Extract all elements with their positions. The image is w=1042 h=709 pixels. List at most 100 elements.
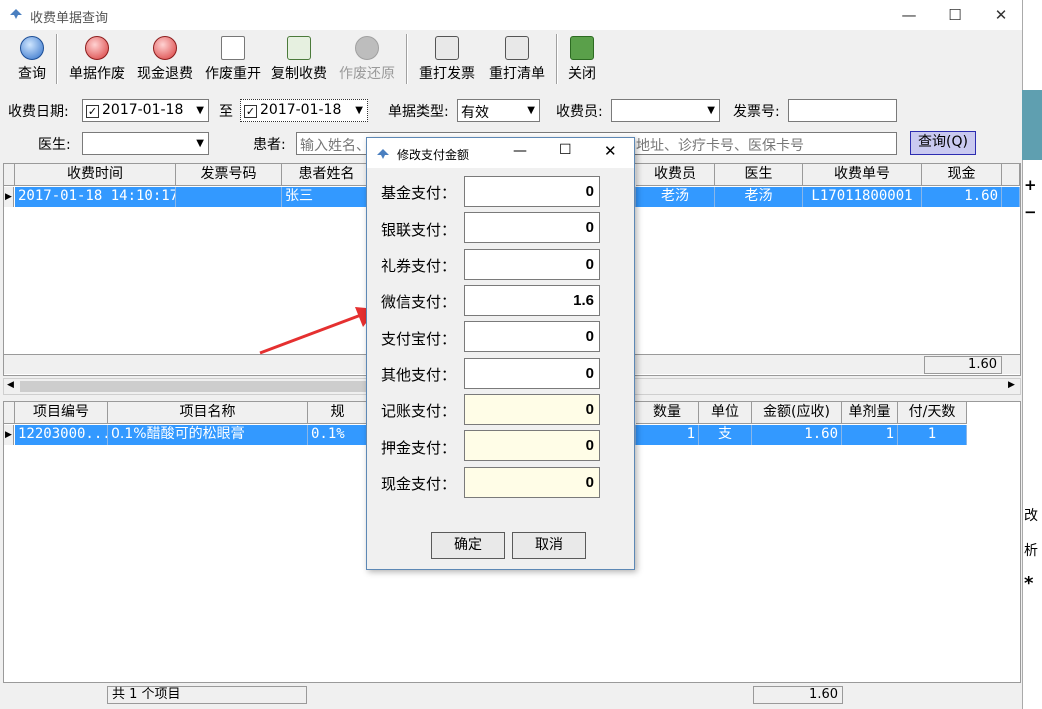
toolbar-separator (556, 34, 558, 84)
cell-cash[interactable]: 1.60 (922, 187, 1002, 207)
col-header-cash[interactable]: 现金 (922, 164, 1002, 186)
status-total: 1.60 (753, 686, 843, 704)
minus-icon[interactable]: − (1024, 203, 1037, 221)
col-header-qty[interactable]: 数量 (636, 402, 699, 424)
chevron-down-icon: ▼ (527, 105, 535, 116)
col-header-time[interactable]: 收费时间 (15, 164, 176, 186)
payment-dialog: 修改支付金额 — ☐ ✕ 基金支付： 0 银联支付： 0 礼券支付： 0 微信支… (366, 137, 635, 570)
dialog-maximize-button[interactable]: ☐ (559, 142, 572, 158)
cancel-button[interactable]: 取消 (512, 532, 586, 559)
col-header-days[interactable]: 付/天数 (898, 402, 967, 424)
status-bar: 共 1 个项目 1.60 (3, 685, 1021, 707)
copy-charge-button[interactable]: 复制收费 (266, 34, 332, 86)
unionpay-pay-input[interactable]: 0 (464, 212, 600, 243)
col-header-spec[interactable]: 规 (308, 402, 368, 424)
date-from-picker[interactable]: ✓ 2017-01-18 ▼ (82, 99, 209, 122)
disabled-circle-icon (355, 36, 379, 60)
plus-icon[interactable]: + (1024, 176, 1037, 194)
cell-extra[interactable] (1002, 187, 1020, 207)
fund-pay-input[interactable]: 0 (464, 176, 600, 207)
printer-icon (505, 36, 529, 60)
query-button[interactable]: 查询(Q) (910, 131, 976, 155)
close-button[interactable]: 关闭 (562, 34, 602, 86)
date-from-checkbox[interactable]: ✓ (86, 105, 99, 118)
col-header-doctor[interactable]: 医生 (715, 164, 803, 186)
col-header-cashier[interactable]: 收费员 (636, 164, 715, 186)
cell-dose[interactable]: 1 (842, 425, 898, 445)
cell-code[interactable]: 12203000... (15, 425, 108, 445)
scroll-right-icon[interactable]: ▶ (1008, 380, 1015, 390)
account-pay-input[interactable]: 0 (464, 394, 600, 425)
type-select[interactable]: 有效 ▼ (457, 99, 540, 122)
scroll-thumb[interactable] (20, 381, 370, 392)
type-value: 有效 (461, 105, 489, 121)
wechat-pay-input[interactable]: 1.6 (464, 285, 600, 316)
cell-doctor[interactable]: 老汤 (715, 187, 803, 207)
unionpay-pay-label: 银联支付： (381, 221, 457, 239)
date-to-value: 2017-01-18 (260, 102, 342, 118)
cell-bill-no[interactable]: L17011800001 (803, 187, 922, 207)
dialog-minimize-button[interactable]: — (513, 143, 527, 159)
cash-pay-input[interactable]: 0 (464, 467, 600, 498)
cashier-select[interactable]: ▼ (611, 99, 720, 122)
reprint-invoice-label: 重打发票 (419, 66, 475, 82)
date-to-checkbox[interactable]: ✓ (244, 105, 257, 118)
alipay-pay-input[interactable]: 0 (464, 321, 600, 352)
doctor-select[interactable]: ▼ (82, 132, 209, 155)
close-window-button[interactable]: ✕ (978, 0, 1024, 30)
edge-text-2: 析 (1024, 543, 1038, 559)
document-edit-icon (221, 36, 245, 60)
row-indicator: ▶ (4, 425, 14, 445)
col-header-dose[interactable]: 单剂量 (842, 402, 898, 424)
ok-button[interactable]: 确定 (431, 532, 505, 559)
cell-qty[interactable]: 1 (636, 425, 699, 445)
scroll-left-icon[interactable]: ◀ (7, 380, 14, 390)
cell-amount[interactable]: 1.60 (752, 425, 842, 445)
void-reopen-label: 作废重开 (205, 66, 261, 82)
item-count: 共 1 个项目 (107, 686, 307, 704)
void-restore-button[interactable]: 作废还原 (334, 34, 400, 86)
void-button[interactable]: 单据作废 (64, 34, 130, 86)
toolbar-separator (406, 34, 408, 84)
printer-icon (435, 36, 459, 60)
dialog-close-button[interactable]: ✕ (604, 142, 617, 160)
col-header-invoice[interactable]: 发票号码 (176, 164, 282, 186)
reprint-list-button[interactable]: 重打清单 (484, 34, 550, 86)
void-reopen-button[interactable]: 作废重开 (200, 34, 266, 86)
cell-days[interactable]: 1 (898, 425, 967, 445)
cash-refund-button[interactable]: 现金退费 (132, 34, 198, 86)
invoice-input[interactable] (788, 99, 897, 122)
wechat-pay-label: 微信支付： (381, 293, 457, 311)
col-header-amount[interactable]: 金额(应收) (752, 402, 842, 424)
cell-time[interactable]: 2017-01-18 14:10:17 (15, 187, 176, 207)
app-icon (377, 149, 389, 159)
minimize-button[interactable]: — (886, 0, 932, 30)
date-to-picker[interactable]: ✓ 2017-01-18 ▼ (240, 99, 368, 122)
col-header-name[interactable]: 项目名称 (108, 402, 308, 424)
doctor-label: 医生: (38, 137, 71, 153)
maximize-button[interactable]: ☐ (932, 0, 978, 30)
edge-text-3: * (1024, 573, 1034, 594)
col-header-bill-no[interactable]: 收费单号 (803, 164, 922, 186)
void-restore-label: 作废还原 (339, 66, 395, 82)
footer-cash-total: 1.60 (924, 356, 1002, 374)
other-pay-input[interactable]: 0 (464, 358, 600, 389)
cell-cashier[interactable]: 老汤 (636, 187, 715, 207)
cell-name[interactable]: 0.1%醋酸可的松眼膏 (108, 425, 308, 445)
fund-pay-label: 基金支付： (381, 184, 457, 202)
col-header-code[interactable]: 项目编号 (15, 402, 108, 424)
stop-hand-icon (85, 36, 109, 60)
query-toolbar-button[interactable]: 查询 (12, 34, 52, 86)
copy-icon (287, 36, 311, 60)
deposit-pay-input[interactable]: 0 (464, 430, 600, 461)
col-header-unit[interactable]: 单位 (699, 402, 752, 424)
to-label: 至 (219, 104, 233, 120)
cell-unit[interactable]: 支 (699, 425, 752, 445)
window-title: 收费单据查询 (30, 11, 109, 26)
cell-invoice[interactable] (176, 187, 282, 207)
coupon-pay-label: 礼券支付： (381, 257, 457, 275)
account-pay-label: 记账支付： (381, 402, 457, 420)
col-header-patient[interactable]: 患者姓名 (282, 164, 372, 186)
reprint-invoice-button[interactable]: 重打发票 (414, 34, 480, 86)
coupon-pay-input[interactable]: 0 (464, 249, 600, 280)
